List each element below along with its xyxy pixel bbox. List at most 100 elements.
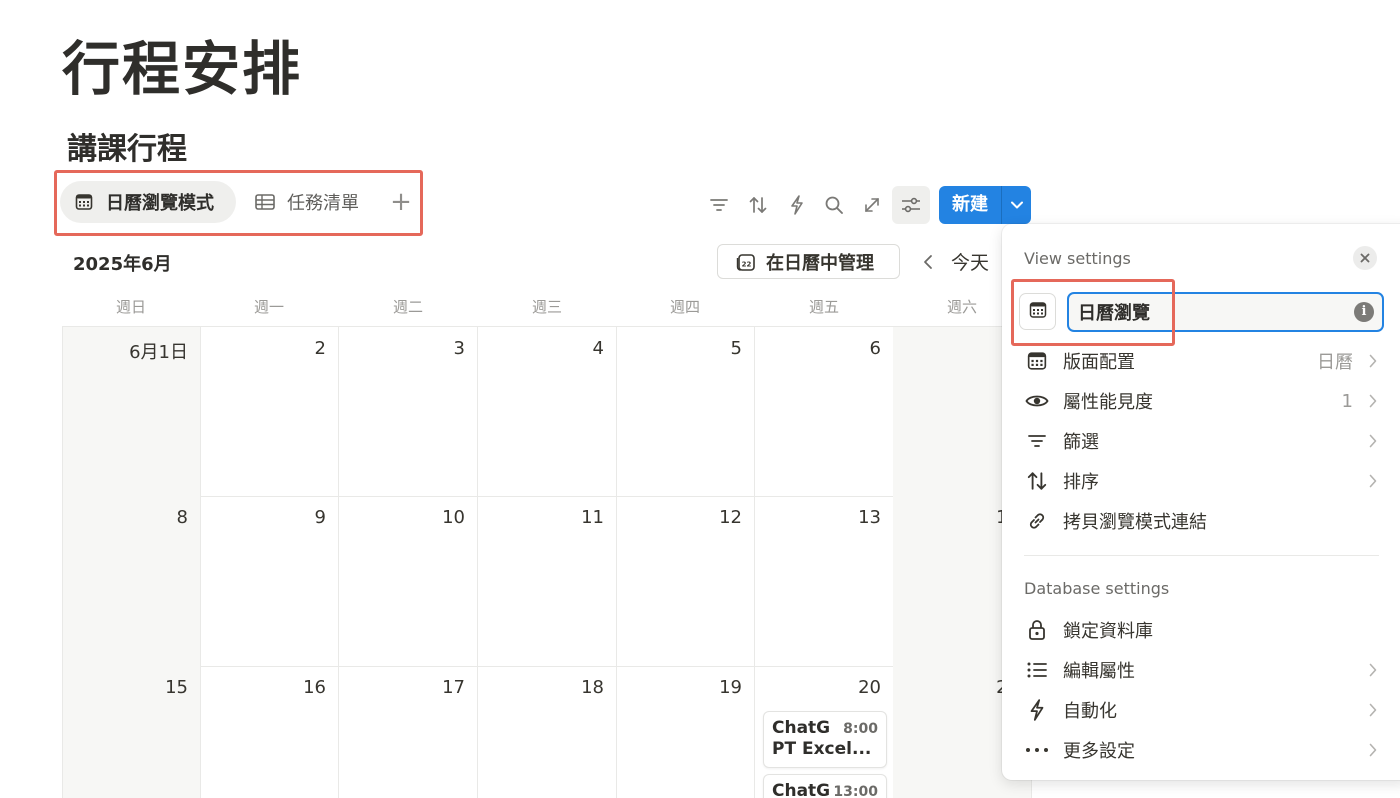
manage-in-calendar-button[interactable]: 22 在日曆中管理 <box>717 244 900 279</box>
chevron-right-icon <box>1367 434 1379 448</box>
database-title[interactable]: 講課行程 <box>67 124 187 168</box>
add-view-button[interactable]: + <box>389 188 413 216</box>
calendar-day-cell[interactable]: 15 <box>62 666 201 798</box>
event-time: 8:00 <box>843 721 878 737</box>
calendar-day-cell[interactable]: 18 <box>478 666 617 798</box>
today-button[interactable]: 今天 <box>951 248 989 275</box>
event-header: ChatG 13:00 <box>772 781 878 798</box>
weekday-label: 週日 <box>115 298 146 316</box>
page-title[interactable]: 行程安排 <box>62 22 302 106</box>
table-icon <box>255 192 275 212</box>
calendar-day-cell[interactable]: 13 <box>755 496 894 667</box>
new-button[interactable]: 新建 <box>939 186 1031 224</box>
lightning-icon <box>1024 698 1050 722</box>
day-number: 17 <box>442 677 465 698</box>
day-number: 16 <box>303 677 326 698</box>
weekday-label: 週四 <box>669 298 700 316</box>
weekday-label: 週三 <box>531 298 562 316</box>
day-number: 11 <box>581 507 604 528</box>
chevron-right-icon <box>1367 354 1379 368</box>
chevron-right-icon <box>1367 474 1379 488</box>
weekday-label: 週五 <box>808 298 839 316</box>
menu-item[interactable]: 屬性能見度 1 <box>1024 383 1379 419</box>
event-card[interactable]: ChatG 13:00 <box>763 774 887 798</box>
menu-item-label: 版面配置 <box>1063 352 1135 373</box>
calendar-icon <box>1024 349 1050 373</box>
menu-item[interactable]: 編輯屬性 <box>1024 652 1379 688</box>
previous-month-icon[interactable] <box>918 250 938 274</box>
day-number: 10 <box>442 507 465 528</box>
menu-item[interactable]: 鎖定資料庫 <box>1024 612 1379 648</box>
calendar-day-cell[interactable]: 12 <box>616 496 755 667</box>
menu-item[interactable]: 版面配置 日曆 <box>1024 343 1379 379</box>
new-button-label: 新建 <box>952 194 988 215</box>
database-settings-title: Database settings <box>1024 579 1170 598</box>
weekday-label: 週一 <box>253 298 284 316</box>
day-number: 13 <box>858 507 881 528</box>
menu-item-value: 1 <box>1341 390 1353 412</box>
panel-divider <box>1024 555 1379 556</box>
info-icon[interactable]: i <box>1354 302 1374 322</box>
day-number: 2 <box>314 338 326 359</box>
manage-button-label: 在日曆中管理 <box>766 252 874 274</box>
filter-icon <box>1024 429 1050 453</box>
more-icon <box>1024 738 1050 762</box>
day-number: 6 <box>869 338 881 359</box>
chevron-down-icon[interactable] <box>1002 186 1031 224</box>
calendar-day-cell[interactable]: 6月1日 <box>62 326 201 497</box>
day-number: 9 <box>314 507 326 528</box>
event-card[interactable]: ChatG 8:00 PT Excel... <box>763 711 887 768</box>
view-settings-icon[interactable] <box>892 186 930 224</box>
day-number: 8 <box>176 507 188 528</box>
tab-calendar-view[interactable]: 日曆瀏覽模式 <box>60 181 236 223</box>
eye-icon <box>1024 389 1050 413</box>
menu-item-label: 編輯屬性 <box>1063 661 1135 682</box>
close-icon[interactable] <box>1353 246 1377 270</box>
menu-item-label: 更多設定 <box>1063 741 1135 762</box>
menu-item-label: 拷貝瀏覽模式連結 <box>1063 512 1207 533</box>
calendar-day-cell[interactable]: 17 <box>339 666 478 798</box>
expand-icon[interactable] <box>858 191 886 219</box>
menu-item[interactable]: 自動化 <box>1024 692 1379 728</box>
calendar-day-cell[interactable]: 11 <box>478 496 617 667</box>
tab-task-list-view[interactable]: 任務清單 <box>243 181 383 223</box>
menu-item[interactable]: 排序 <box>1024 463 1379 499</box>
calendar-day-cell[interactable]: 9 <box>200 496 339 667</box>
calendar-day-cell[interactable]: 3 <box>339 326 478 497</box>
calendar-day-cell[interactable]: 4 <box>478 326 617 497</box>
day-number: 6月1日 <box>129 342 188 363</box>
day-number: 4 <box>592 338 604 359</box>
sort-icon[interactable] <box>744 191 772 219</box>
calendar-day-cell[interactable]: 8 <box>62 496 201 667</box>
calendar-day-cell[interactable]: 5 <box>616 326 755 497</box>
chevron-right-icon <box>1367 743 1379 757</box>
calendar-day-cell[interactable]: 16 <box>200 666 339 798</box>
day-number: 20 <box>858 677 881 698</box>
event-time: 13:00 <box>833 784 878 798</box>
calendar-day-cell[interactable]: 20 ChatG 8:00 PT Excel... ChatG 13:00 <box>755 666 894 798</box>
filter-icon[interactable] <box>705 191 733 219</box>
menu-item-label: 篩選 <box>1063 432 1099 453</box>
event-title-cont: PT Excel... <box>772 739 872 759</box>
event-title: ChatG <box>772 781 831 798</box>
tab-label: 任務清單 <box>287 193 359 214</box>
svg-text:22: 22 <box>742 260 752 268</box>
search-icon[interactable] <box>820 191 848 219</box>
link-icon <box>1024 509 1050 533</box>
calendar-day-cell[interactable]: 19 <box>616 666 755 798</box>
calendar-day-cell[interactable]: 6 <box>755 326 894 497</box>
calendar-day-cell[interactable]: 10 <box>339 496 478 667</box>
calendar-day-cell[interactable]: 2 <box>200 326 339 497</box>
lightning-icon[interactable] <box>783 191 811 219</box>
panel-title: View settings <box>1024 249 1131 268</box>
menu-item[interactable]: 拷貝瀏覽模式連結 <box>1024 503 1379 539</box>
menu-item-label: 排序 <box>1063 472 1099 493</box>
menu-item-label: 自動化 <box>1063 701 1117 722</box>
weekday-label: 週二 <box>392 298 423 316</box>
view-name-highlight-box <box>1011 279 1175 346</box>
calendar-icon <box>74 192 94 212</box>
event-header: ChatG 8:00 <box>772 718 878 738</box>
menu-item[interactable]: 篩選 <box>1024 423 1379 459</box>
calendar-app-icon: 22 <box>736 252 756 272</box>
menu-item[interactable]: 更多設定 <box>1024 732 1379 768</box>
